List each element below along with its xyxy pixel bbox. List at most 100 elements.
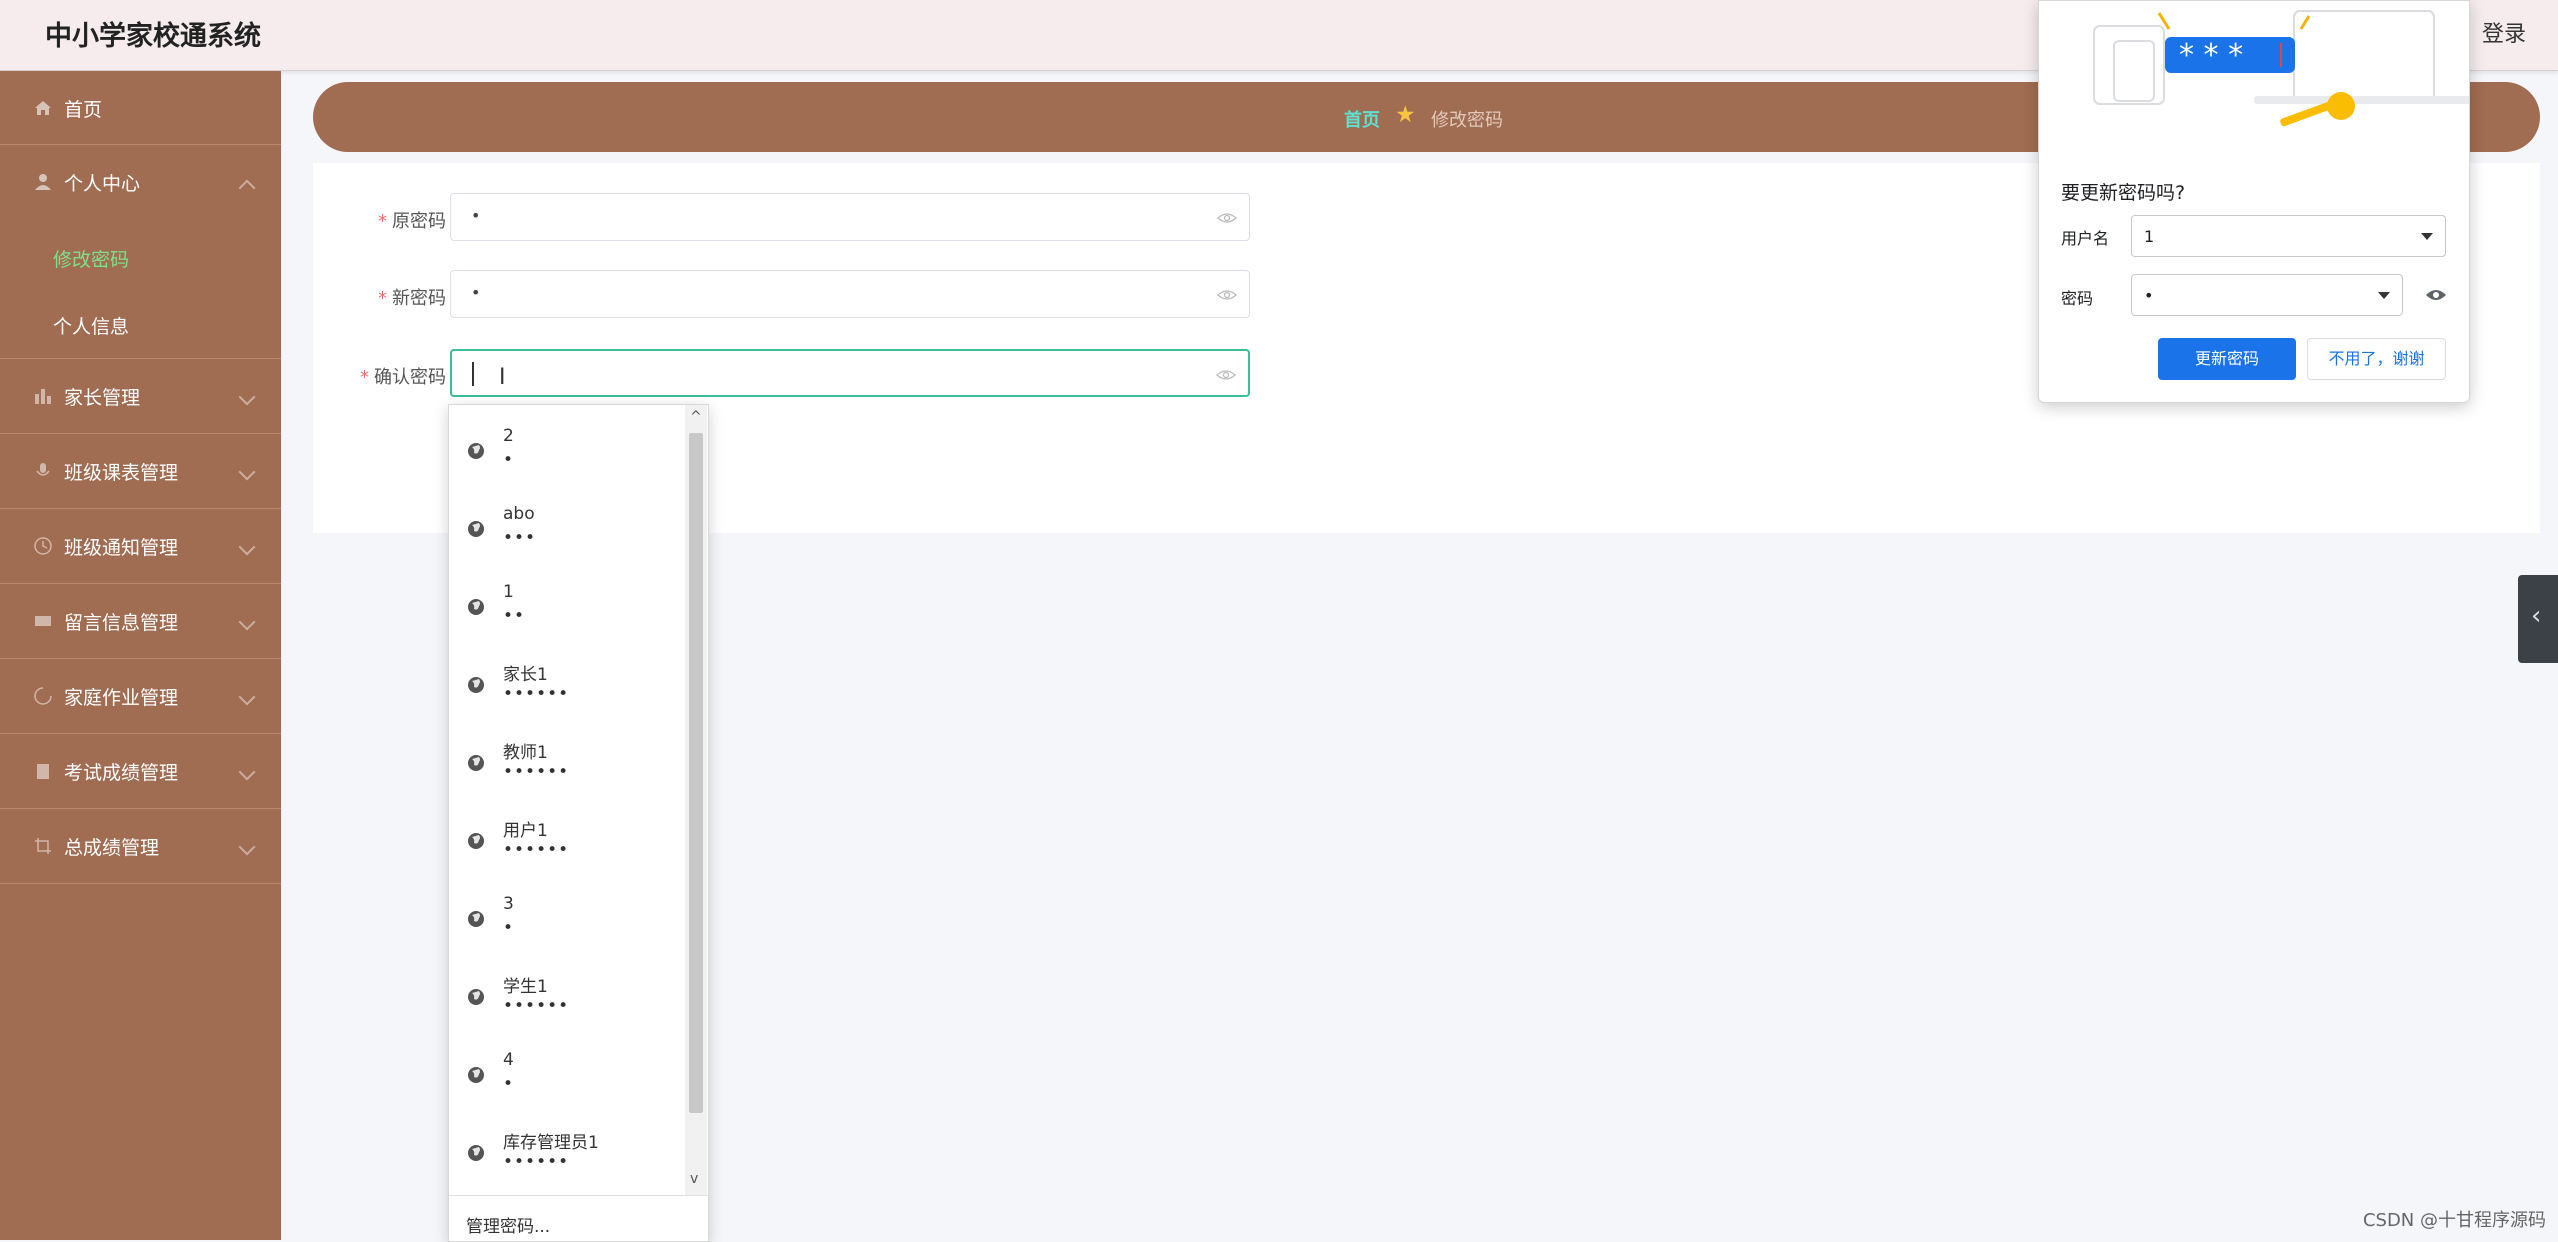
globe-icon xyxy=(468,1145,484,1161)
home-icon xyxy=(35,101,51,115)
dropdown-scrollbar[interactable]: ^ v xyxy=(685,405,707,1195)
sidebar-item-class-schedule[interactable]: 班级课表管理 xyxy=(0,434,281,509)
autofill-username: 3 xyxy=(503,894,514,914)
globe-icon xyxy=(468,521,484,537)
label-text: 原密码 xyxy=(392,211,446,232)
username-label: 用户名 xyxy=(2061,229,2110,248)
globe-icon xyxy=(468,1067,484,1083)
collapse-panel-tab[interactable]: ‹ xyxy=(2518,575,2558,663)
autofill-username: 2 xyxy=(503,426,514,446)
autofill-username: 学生1 xyxy=(503,977,548,997)
sidebar-item-total-scores[interactable]: 总成绩管理 xyxy=(0,809,281,884)
autofill-entry[interactable]: 库存管理员1 •••••• xyxy=(449,1112,684,1190)
new-password-row: * 新密码 • xyxy=(313,270,1273,322)
chevron-down-icon xyxy=(238,538,256,556)
globe-icon xyxy=(468,755,484,771)
scroll-up-icon[interactable]: ^ xyxy=(690,409,702,425)
eye-icon[interactable] xyxy=(2425,287,2447,303)
sidebar-item-parent-management[interactable]: 家长管理 xyxy=(0,359,281,434)
globe-icon xyxy=(468,599,484,615)
globe-icon xyxy=(468,677,484,693)
input-value: • xyxy=(471,206,481,225)
manage-passwords-link[interactable]: 管理密码... xyxy=(449,1195,708,1241)
sidebar-subitem-label: 个人信息 xyxy=(53,316,130,338)
autofill-entry[interactable]: 教师1 •••••• xyxy=(449,722,684,800)
globe-icon xyxy=(468,833,484,849)
manage-passwords-label: 管理密码... xyxy=(466,1217,551,1237)
autofill-username: abo xyxy=(503,504,535,524)
required-mark: * xyxy=(378,288,387,309)
sidebar-subitem-change-password[interactable]: 修改密码 xyxy=(0,224,281,291)
autofill-entry[interactable]: abo ••• xyxy=(449,488,684,566)
required-mark: * xyxy=(378,211,387,232)
confirm-password-row: * 确认密码 I xyxy=(313,349,1273,401)
sidebar-item-personal-center[interactable]: 个人中心 xyxy=(0,145,281,224)
text-caret xyxy=(472,362,474,386)
sidebar-item-homework[interactable]: 家庭作业管理 xyxy=(0,659,281,734)
crop-icon xyxy=(35,838,51,854)
sidebar-item-label: 首页 xyxy=(64,99,103,121)
autofill-entry[interactable]: 4 • xyxy=(449,1034,684,1112)
chevron-down-icon xyxy=(238,613,256,631)
update-password-button[interactable]: 更新密码 xyxy=(2158,338,2296,380)
sidebar-item-message[interactable]: 留言信息管理 xyxy=(0,584,281,659)
sidebar-subitem-label: 修改密码 xyxy=(53,249,130,271)
eye-icon[interactable] xyxy=(1217,285,1237,305)
login-link[interactable]: 登录 xyxy=(2482,16,2526,48)
autofill-password: • xyxy=(503,450,515,470)
autofill-username: 家长1 xyxy=(503,665,548,685)
sidebar-item-label: 总成绩管理 xyxy=(64,837,160,859)
star-icon: ★ xyxy=(1395,102,1416,128)
autofill-username: 库存管理员1 xyxy=(503,1133,599,1153)
sidebar-item-label: 留言信息管理 xyxy=(64,612,179,634)
password-label: 密码 xyxy=(2061,289,2094,308)
autofill-password: ••• xyxy=(503,528,537,548)
autofill-entry[interactable]: 用户1 •••••• xyxy=(449,800,684,878)
autofill-entry[interactable]: 家长1 •••••• xyxy=(449,644,684,722)
svg-text:* * *: * * * xyxy=(2179,38,2243,73)
confirm-password-label: * 确认密码 xyxy=(360,363,446,389)
sidebar-item-label: 班级课表管理 xyxy=(64,462,179,484)
breadcrumb-home[interactable]: 首页 xyxy=(1344,106,1380,132)
new-password-input[interactable]: • xyxy=(450,270,1250,318)
scrollbar-thumb[interactable] xyxy=(689,433,703,1113)
required-mark: * xyxy=(360,367,369,388)
globe-icon xyxy=(468,911,484,927)
sidebar-item-exam-scores[interactable]: 考试成绩管理 xyxy=(0,734,281,809)
autofill-password: •••••• xyxy=(503,762,570,782)
autofill-password: •• xyxy=(503,606,526,626)
autofill-password: •••••• xyxy=(503,996,570,1016)
autofill-username: 教师1 xyxy=(503,743,548,763)
breadcrumb-current: 修改密码 xyxy=(1431,110,1503,131)
autofill-entry[interactable]: 1 •• xyxy=(449,566,684,644)
select-value: 1 xyxy=(2144,227,2155,246)
sidebar-item-home[interactable]: 首页 xyxy=(0,71,281,145)
autofill-entry[interactable]: 3 • xyxy=(449,878,684,956)
scroll-down-icon[interactable]: v xyxy=(690,1171,698,1187)
clipboard-icon xyxy=(37,764,49,779)
globe-icon xyxy=(468,989,484,1005)
new-password-label: * 新密码 xyxy=(378,284,446,310)
username-select[interactable]: 1 xyxy=(2131,215,2446,257)
old-password-input[interactable]: • xyxy=(450,193,1250,241)
ticket-icon xyxy=(35,616,51,626)
personal-center-group: 个人中心 修改密码 个人信息 xyxy=(0,145,281,359)
autofill-password: • xyxy=(503,918,515,938)
autofill-entry[interactable]: 学生1 •••••• xyxy=(449,956,684,1034)
autofill-username: 用户1 xyxy=(503,821,548,841)
password-select[interactable]: • xyxy=(2131,274,2403,316)
sidebar-item-label: 家庭作业管理 xyxy=(64,687,179,709)
label-text: 新密码 xyxy=(392,288,446,309)
sidebar-subitem-personal-info[interactable]: 个人信息 xyxy=(0,291,281,358)
eye-icon[interactable] xyxy=(1216,365,1236,385)
sidebar-item-class-notice[interactable]: 班级通知管理 xyxy=(0,509,281,584)
no-thanks-button[interactable]: 不用了，谢谢 xyxy=(2307,338,2446,380)
eye-icon[interactable] xyxy=(1217,208,1237,228)
autofill-password: •••••• xyxy=(503,840,570,860)
clock-icon xyxy=(34,537,52,555)
update-password-popup: * * * 要更新密码吗? 用户名 1 密码 • 更新密码 不用了，谢谢 xyxy=(2038,0,2470,403)
autofill-entry[interactable]: 2 • xyxy=(449,410,684,488)
password-autofill-dropdown: 2 • abo ••• 1 •• 家长1 •••••• 教师1 •••••• 用… xyxy=(448,404,709,1242)
confirm-password-input[interactable]: I xyxy=(450,349,1250,397)
input-value: • xyxy=(471,283,481,302)
